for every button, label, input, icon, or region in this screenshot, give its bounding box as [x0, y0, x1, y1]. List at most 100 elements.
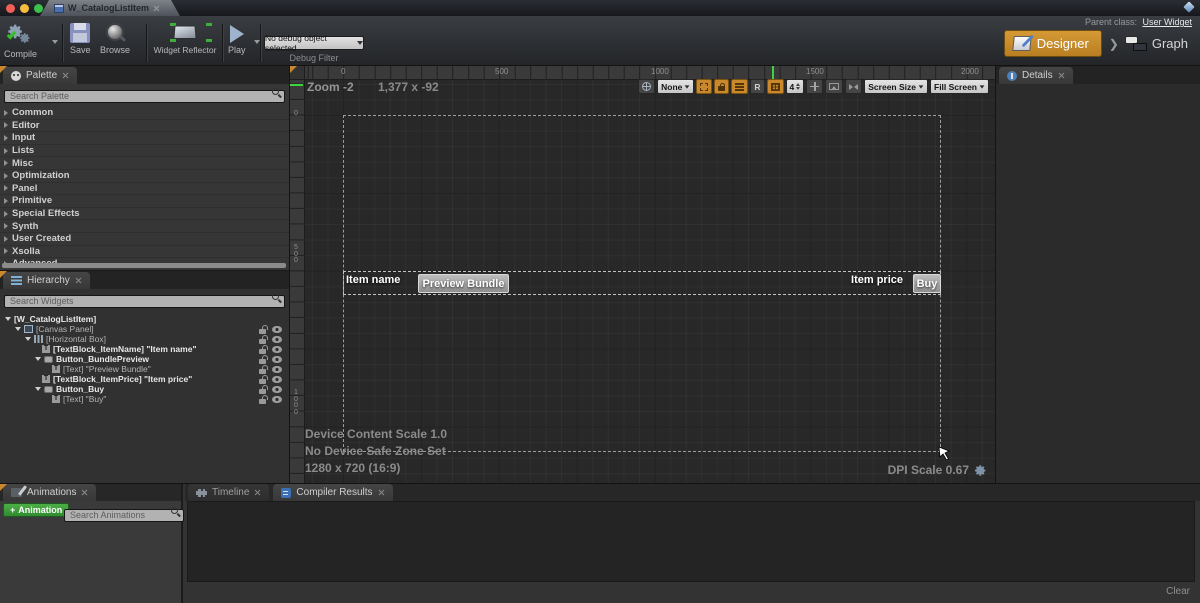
asset-tab[interactable]: W_CatalogListItem	[40, 0, 180, 16]
palette-category-misc[interactable]: Misc	[0, 157, 289, 170]
grid-snap-toggle[interactable]	[767, 79, 784, 94]
tree-row-text-buy[interactable]: T [Text] "Buy"	[0, 394, 289, 404]
expander-icon[interactable]	[4, 110, 8, 116]
expander-icon[interactable]	[35, 387, 41, 391]
tab-hierarchy[interactable]: Hierarchy	[3, 272, 90, 289]
palette-category-special-effects[interactable]: Special Effects	[0, 208, 289, 221]
expander-icon[interactable]	[4, 211, 8, 217]
lock-icon[interactable]	[259, 375, 267, 384]
tab-palette[interactable]: Palette	[3, 67, 77, 84]
visibility-eye-icon[interactable]	[272, 366, 282, 373]
expander-icon[interactable]	[5, 317, 11, 321]
fill-screen-dropdown[interactable]: Fill Screen	[930, 79, 989, 94]
tree-row-textblock-itemname[interactable]: T [TextBlock_ItemName] "Item name"	[0, 344, 289, 354]
localization-preview-dropdown[interactable]: None	[657, 79, 694, 94]
expander-icon[interactable]	[25, 337, 31, 341]
expander-icon[interactable]	[4, 122, 8, 128]
visibility-eye-icon[interactable]	[272, 336, 282, 343]
preview-buy-button[interactable]: Buy	[913, 274, 941, 293]
rotation-mode-button[interactable]: R	[750, 79, 764, 94]
graph-mode-button[interactable]: Graph	[1126, 36, 1188, 51]
show-outlines-toggle[interactable]	[696, 79, 712, 94]
visibility-eye-icon[interactable]	[272, 386, 282, 393]
parent-class-link[interactable]: User Widget	[1142, 17, 1192, 27]
widget-reflector-button[interactable]: Widget Reflector	[152, 23, 218, 55]
game-view-button[interactable]	[638, 79, 655, 94]
expander-icon[interactable]	[15, 327, 21, 331]
close-icon[interactable]	[254, 489, 261, 496]
palette-category-lists[interactable]: Lists	[0, 145, 289, 158]
animations-search-input[interactable]	[64, 509, 184, 522]
expander-icon[interactable]	[4, 223, 8, 229]
add-animation-button[interactable]: + Animation	[3, 503, 69, 517]
lock-icon[interactable]	[259, 365, 267, 374]
close-tab-icon[interactable]	[153, 5, 160, 12]
minimize-window-button[interactable]	[20, 4, 29, 13]
palette-scrollbar[interactable]	[2, 263, 286, 268]
palette-category-optimization[interactable]: Optimization	[0, 170, 289, 183]
respect-locks-toggle[interactable]	[714, 79, 729, 94]
palette-category-input[interactable]: Input	[0, 132, 289, 145]
compiler-results-log[interactable]	[187, 501, 1195, 582]
expander-icon[interactable]	[4, 236, 8, 242]
tree-row-text-previewbundle[interactable]: T [Text] "Preview Bundle"	[0, 364, 289, 374]
hierarchy-search-input[interactable]	[4, 295, 285, 308]
save-button[interactable]: Save	[70, 23, 91, 55]
screen-size-dropdown[interactable]: Screen Size	[864, 79, 928, 94]
preview-bundle-button[interactable]: Preview Bundle	[418, 274, 509, 293]
maximize-window-button[interactable]	[34, 4, 43, 13]
visibility-eye-icon[interactable]	[272, 376, 282, 383]
close-icon[interactable]	[75, 277, 82, 284]
lock-icon[interactable]	[259, 385, 267, 394]
visibility-eye-icon[interactable]	[272, 396, 282, 403]
palette-category-panel[interactable]: Panel	[0, 183, 289, 196]
tree-row-root[interactable]: [W_CatalogListItem]	[0, 314, 289, 324]
expander-icon[interactable]	[4, 185, 8, 191]
clear-log-button[interactable]: Clear	[1166, 586, 1190, 597]
close-icon[interactable]	[62, 72, 69, 79]
tree-row-canvas-panel[interactable]: [Canvas Panel]	[0, 324, 289, 334]
expander-icon[interactable]	[4, 160, 8, 166]
palette-category-synth[interactable]: Synth	[0, 220, 289, 233]
transform-mode-button[interactable]	[806, 79, 823, 94]
grid-snap-size-stepper[interactable]: 4	[786, 79, 805, 94]
palette-category-user-created[interactable]: User Created	[0, 233, 289, 246]
tab-timeline[interactable]: Timeline	[188, 484, 269, 501]
close-window-button[interactable]	[6, 4, 15, 13]
close-icon[interactable]	[81, 489, 88, 496]
tab-compiler-results[interactable]: Compiler Results	[273, 484, 392, 501]
designer-mode-button[interactable]: Designer	[1004, 30, 1102, 57]
compile-options-caret[interactable]	[52, 40, 58, 44]
visibility-eye-icon[interactable]	[272, 356, 282, 363]
tree-row-button-bundlepreview[interactable]: Button_BundlePreview	[0, 354, 289, 364]
lock-icon[interactable]	[259, 335, 267, 344]
dpi-settings-gear-icon[interactable]	[974, 464, 987, 477]
expander-icon[interactable]	[4, 198, 8, 204]
tab-details[interactable]: Details	[999, 67, 1073, 84]
expander-icon[interactable]	[35, 357, 41, 361]
visibility-eye-icon[interactable]	[272, 326, 282, 333]
compile-button[interactable]: Compile	[4, 23, 37, 59]
tree-row-textblock-itemprice[interactable]: T [TextBlock_ItemPrice] "Item price"	[0, 374, 289, 384]
lock-icon[interactable]	[259, 325, 267, 334]
visibility-eye-icon[interactable]	[272, 346, 282, 353]
expander-icon[interactable]	[4, 248, 8, 254]
lock-icon[interactable]	[259, 345, 267, 354]
expander-icon[interactable]	[4, 148, 8, 154]
tree-row-horizontal-box[interactable]: [Horizontal Box]	[0, 334, 289, 344]
preview-item-name-text[interactable]: Item name	[346, 274, 400, 286]
debug-object-dropdown[interactable]: No debug object selected	[264, 36, 364, 50]
tab-animations[interactable]: Animations	[3, 484, 96, 501]
designer-viewport[interactable]: Item name Preview Bundle Item price Buy …	[290, 66, 995, 483]
palette-category-editor[interactable]: Editor	[0, 120, 289, 133]
palette-category-xsolla[interactable]: Xsolla	[0, 246, 289, 259]
stepper-arrows-icon[interactable]	[796, 83, 800, 90]
tree-row-button-buy[interactable]: Button_Buy	[0, 384, 289, 394]
lock-icon[interactable]	[259, 355, 267, 364]
preview-item-price-text[interactable]: Item price	[851, 274, 903, 286]
lock-icon[interactable]	[259, 395, 267, 404]
expander-icon[interactable]	[4, 173, 8, 179]
close-icon[interactable]	[1058, 72, 1065, 79]
preview-background-button[interactable]	[825, 79, 843, 94]
expander-icon[interactable]	[4, 135, 8, 141]
